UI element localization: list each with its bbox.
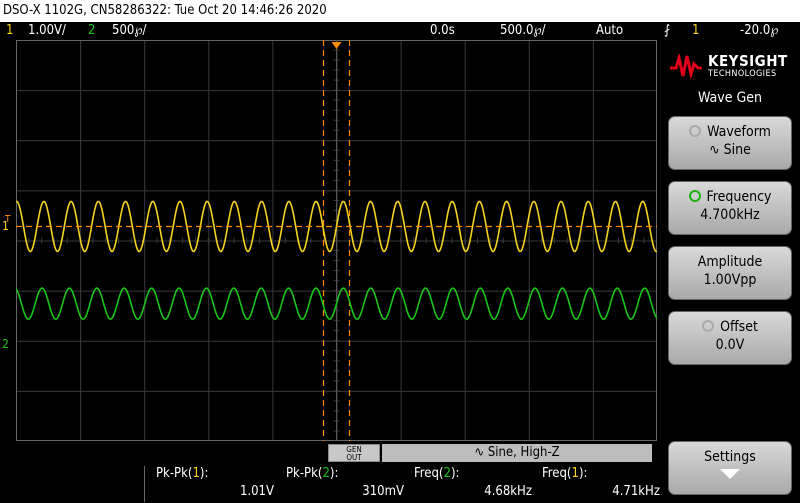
ch2-ground-marker: 2: [2, 337, 9, 351]
trigger-source[interactable]: 1: [692, 22, 699, 40]
keysight-wave-icon: [670, 54, 702, 80]
softkey-frequency[interactable]: Frequency 4.700kHz: [668, 181, 792, 235]
measurement-value: 4.71kHz: [612, 484, 660, 499]
time-delay[interactable]: 0.0s: [430, 22, 455, 40]
softkey-offset[interactable]: Offset 0.0V: [668, 311, 792, 365]
sine-icon: ∿: [474, 445, 485, 460]
measurement-value: 1.01V: [239, 484, 274, 499]
wavegen-status: ∿ Sine, High-Z: [382, 444, 652, 462]
knob-icon: [702, 320, 715, 332]
keysight-logo: KEYSIGHT TECHNOLOGIES: [668, 50, 792, 82]
trigger-mode[interactable]: Auto: [596, 22, 623, 40]
measurement-label: Pk-Pk(2):: [286, 466, 339, 481]
measurement-value: 4.68kHz: [484, 484, 532, 499]
measurement-1: Pk-Pk(1): 1.01V: [148, 464, 278, 503]
brand-sub: TECHNOLOGIES: [708, 69, 777, 79]
trigger-position-marker: [331, 42, 342, 49]
trigger-level-marker: T: [4, 214, 11, 225]
softkey-panel: KEYSIGHT TECHNOLOGIES Wave Gen Waveform …: [660, 40, 800, 503]
measurement-label: Pk-Pk(1):: [156, 466, 209, 481]
brand-name: KEYSIGHT: [708, 52, 788, 70]
waveform-display[interactable]: [16, 40, 657, 441]
softkey-waveform[interactable]: Waveform ∿ Sine: [668, 116, 792, 170]
window-title: DSO-X 1102G, CN58286322: Tue Oct 20 14:4…: [0, 0, 800, 22]
measurement-4: Freq(1): 4.71kHz: [534, 464, 664, 503]
status-bar: 1 1.00V/ 2 500℘/ 0.0s 500.0℘/ Auto ⨏ 1 -…: [0, 22, 800, 40]
wavegen-status-text: Sine, High-Z: [487, 445, 560, 460]
channel-markers: 1 2 T: [2, 214, 11, 351]
ch2-number[interactable]: 2: [88, 22, 95, 40]
sine-icon: ∿: [709, 142, 720, 158]
time-scale[interactable]: 500.0℘/: [500, 22, 546, 40]
ch1-scale[interactable]: 1.00V/: [28, 22, 66, 40]
trigger-level[interactable]: -20.0℘: [740, 22, 778, 40]
measurement-value: 310mV: [362, 484, 404, 499]
softkey-amplitude[interactable]: Amplitude 1.00Vpp: [668, 246, 792, 300]
measurement-2: Pk-Pk(2): 310mV: [278, 464, 408, 503]
menu-title: Wave Gen: [698, 90, 762, 106]
graticule: [16, 40, 657, 441]
ch1-number[interactable]: 1: [6, 22, 13, 40]
knob-active-icon: [688, 190, 701, 202]
ch2-scale[interactable]: 500℘/: [112, 22, 146, 40]
chevron-down-icon: [720, 469, 740, 479]
rising-edge-icon: ⨏: [664, 23, 671, 38]
measurement-label: Freq(2):: [414, 466, 460, 481]
gen-out-indicator: GEN OUT: [328, 444, 380, 462]
softkey-settings[interactable]: Settings: [668, 441, 792, 495]
knob-icon: [689, 125, 702, 137]
measurement-3: Freq(2): 4.68kHz: [406, 464, 536, 503]
measurement-label: Freq(1):: [542, 466, 588, 481]
